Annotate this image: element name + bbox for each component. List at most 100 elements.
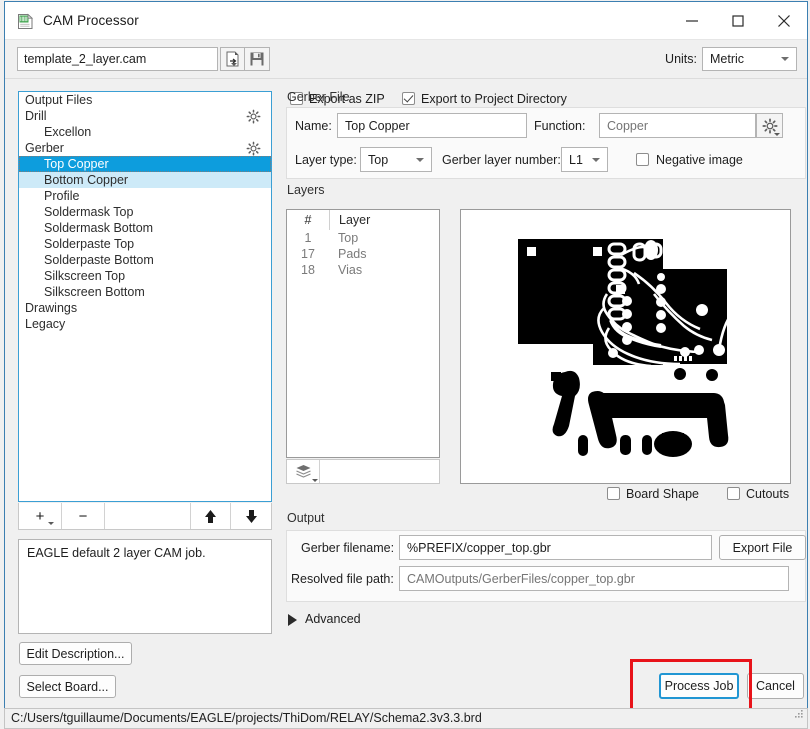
layers-table-row[interactable]: 17Pads <box>287 246 439 262</box>
name-label: Name: <box>295 119 332 133</box>
layer-stack-icon <box>295 464 312 479</box>
layer-stack-button[interactable] <box>287 460 320 483</box>
layer-number: 1 <box>287 230 329 246</box>
chevron-right-icon <box>288 614 297 626</box>
edit-description-button[interactable]: Edit Description... <box>19 642 132 665</box>
tree-item-output-files[interactable]: Output Files <box>19 92 271 108</box>
chevron-down-icon <box>416 158 424 162</box>
layers-table-row[interactable]: 1Top <box>287 230 439 246</box>
gerber-file-group-label: Gerber File <box>287 90 350 104</box>
layers-table[interactable]: # Layer 1Top17Pads18Vias <box>286 209 440 458</box>
function-gear-button[interactable] <box>756 113 783 138</box>
gerber-layer-number-label: Gerber layer number: <box>442 153 561 167</box>
cam-processor-window: CAM Processor <box>4 1 808 715</box>
gerber-preview[interactable] <box>460 209 791 484</box>
units-label: Units: <box>665 52 697 66</box>
tree-item-label: Profile <box>44 189 79 203</box>
pcb-preview-image <box>461 210 790 483</box>
tree-item-bottom-copper[interactable]: Bottom Copper <box>19 172 271 188</box>
tree-item-profile[interactable]: Profile <box>19 188 271 204</box>
tree-item-top-copper[interactable]: Top Copper <box>19 156 271 172</box>
export-to-project-directory-label: Export to Project Directory <box>421 92 567 106</box>
close-button[interactable] <box>761 2 806 39</box>
gerber-name-input[interactable] <box>337 113 527 138</box>
cam-file-input[interactable] <box>17 47 218 71</box>
tree-item-label: Solderpaste Bottom <box>44 253 154 267</box>
tree-item-excellon[interactable]: Excellon <box>19 124 271 140</box>
tree-item-label: Gerber <box>25 141 64 155</box>
layer-number: 18 <box>287 262 329 278</box>
arrow-up-icon <box>204 509 217 524</box>
move-up-button[interactable] <box>191 503 231 529</box>
units-select[interactable]: Metric <box>702 47 797 71</box>
layer-type-select[interactable]: Top <box>360 147 432 172</box>
tree-toolbar: + − <box>18 503 272 530</box>
layers-table-footer <box>286 459 440 484</box>
job-description-box: EAGLE default 2 layer CAM job. <box>18 539 272 634</box>
chevron-down-icon <box>231 63 237 66</box>
title-bar: CAM Processor <box>5 2 807 40</box>
chevron-down-icon <box>592 158 600 162</box>
maximize-button[interactable] <box>715 2 760 39</box>
board-shape-checkbox[interactable] <box>607 487 620 500</box>
tree-item-solderpaste-bottom[interactable]: Solderpaste Bottom <box>19 252 271 268</box>
status-bar-path: C:/Users/tguillaume/Documents/EAGLE/proj… <box>11 711 482 725</box>
tree-item-silkscreen-top[interactable]: Silkscreen Top <box>19 268 271 284</box>
gerber-layer-number-select[interactable]: L1 <box>561 147 608 172</box>
job-description-text: EAGLE default 2 layer CAM job. <box>27 546 206 560</box>
tree-toolbar-spacer <box>105 503 191 529</box>
process-job-button[interactable]: Process Job <box>659 673 739 699</box>
layer-name: Top <box>329 230 439 246</box>
layer-type-label: Layer type: <box>295 153 357 167</box>
tree-item-label: Soldermask Bottom <box>44 221 153 235</box>
tree-item-label: Excellon <box>44 125 91 139</box>
remove-label: − <box>79 508 88 525</box>
minimize-button[interactable] <box>669 2 714 39</box>
chevron-down-icon <box>48 522 54 525</box>
chevron-down-icon <box>312 479 318 482</box>
tree-item-drill[interactable]: Drill <box>19 108 271 124</box>
tree-item-label: Silkscreen Top <box>44 269 125 283</box>
gerber-filename-input[interactable] <box>399 535 712 560</box>
open-file-icon-button[interactable] <box>220 47 245 71</box>
gear-icon <box>246 141 261 156</box>
toolbar: Export as ZIP Export to Project Director… <box>5 40 807 79</box>
layers-table-row[interactable]: 18Vias <box>287 262 439 278</box>
add-label: + <box>36 508 45 525</box>
tree-item-drawings[interactable]: Drawings <box>19 300 271 316</box>
tree-item-label: Solderpaste Top <box>44 237 134 251</box>
export-to-project-directory-checkbox[interactable] <box>402 92 415 105</box>
resize-grip-icon[interactable] <box>793 706 804 725</box>
units-value: Metric <box>710 52 744 66</box>
tree-item-label: Legacy <box>25 317 65 331</box>
column-header-number: # <box>287 210 329 230</box>
tree-item-gerber[interactable]: Gerber <box>19 140 271 156</box>
move-down-button[interactable] <box>231 503 271 529</box>
tree-item-soldermask-bottom[interactable]: Soldermask Bottom <box>19 220 271 236</box>
output-files-tree[interactable]: Output FilesDrill Excellon GerberTop Coppe… <box>18 91 272 502</box>
cutouts-checkbox[interactable] <box>727 487 740 500</box>
export-file-button[interactable]: Export File <box>719 535 806 560</box>
board-shape-label: Board Shape <box>626 487 699 501</box>
cam-document-icon <box>17 13 34 30</box>
process-job-label: Process Job <box>665 679 734 693</box>
add-output-button[interactable]: + <box>19 503 62 529</box>
gear-icon <box>246 109 261 124</box>
tree-item-legacy[interactable]: Legacy <box>19 316 271 332</box>
save-floppy-icon-button[interactable] <box>245 47 270 71</box>
chevron-down-icon <box>781 57 789 61</box>
gerber-function-input[interactable] <box>599 113 756 138</box>
select-board-button[interactable]: Select Board... <box>19 675 116 698</box>
cancel-button[interactable]: Cancel <box>747 673 804 699</box>
layer-name: Pads <box>329 246 439 262</box>
arrow-down-icon <box>245 509 258 524</box>
cutouts-label: Cutouts <box>746 487 789 501</box>
remove-output-button[interactable]: − <box>62 503 105 529</box>
resolved-file-path-label: Resolved file path: <box>291 572 394 586</box>
tree-item-silkscreen-bottom[interactable]: Silkscreen Bottom <box>19 284 271 300</box>
tree-item-solderpaste-top[interactable]: Solderpaste Top <box>19 236 271 252</box>
tree-item-label: Drill <box>25 109 47 123</box>
tree-item-soldermask-top[interactable]: Soldermask Top <box>19 204 271 220</box>
layer-name: Vias <box>329 262 439 278</box>
negative-image-checkbox[interactable] <box>636 153 649 166</box>
